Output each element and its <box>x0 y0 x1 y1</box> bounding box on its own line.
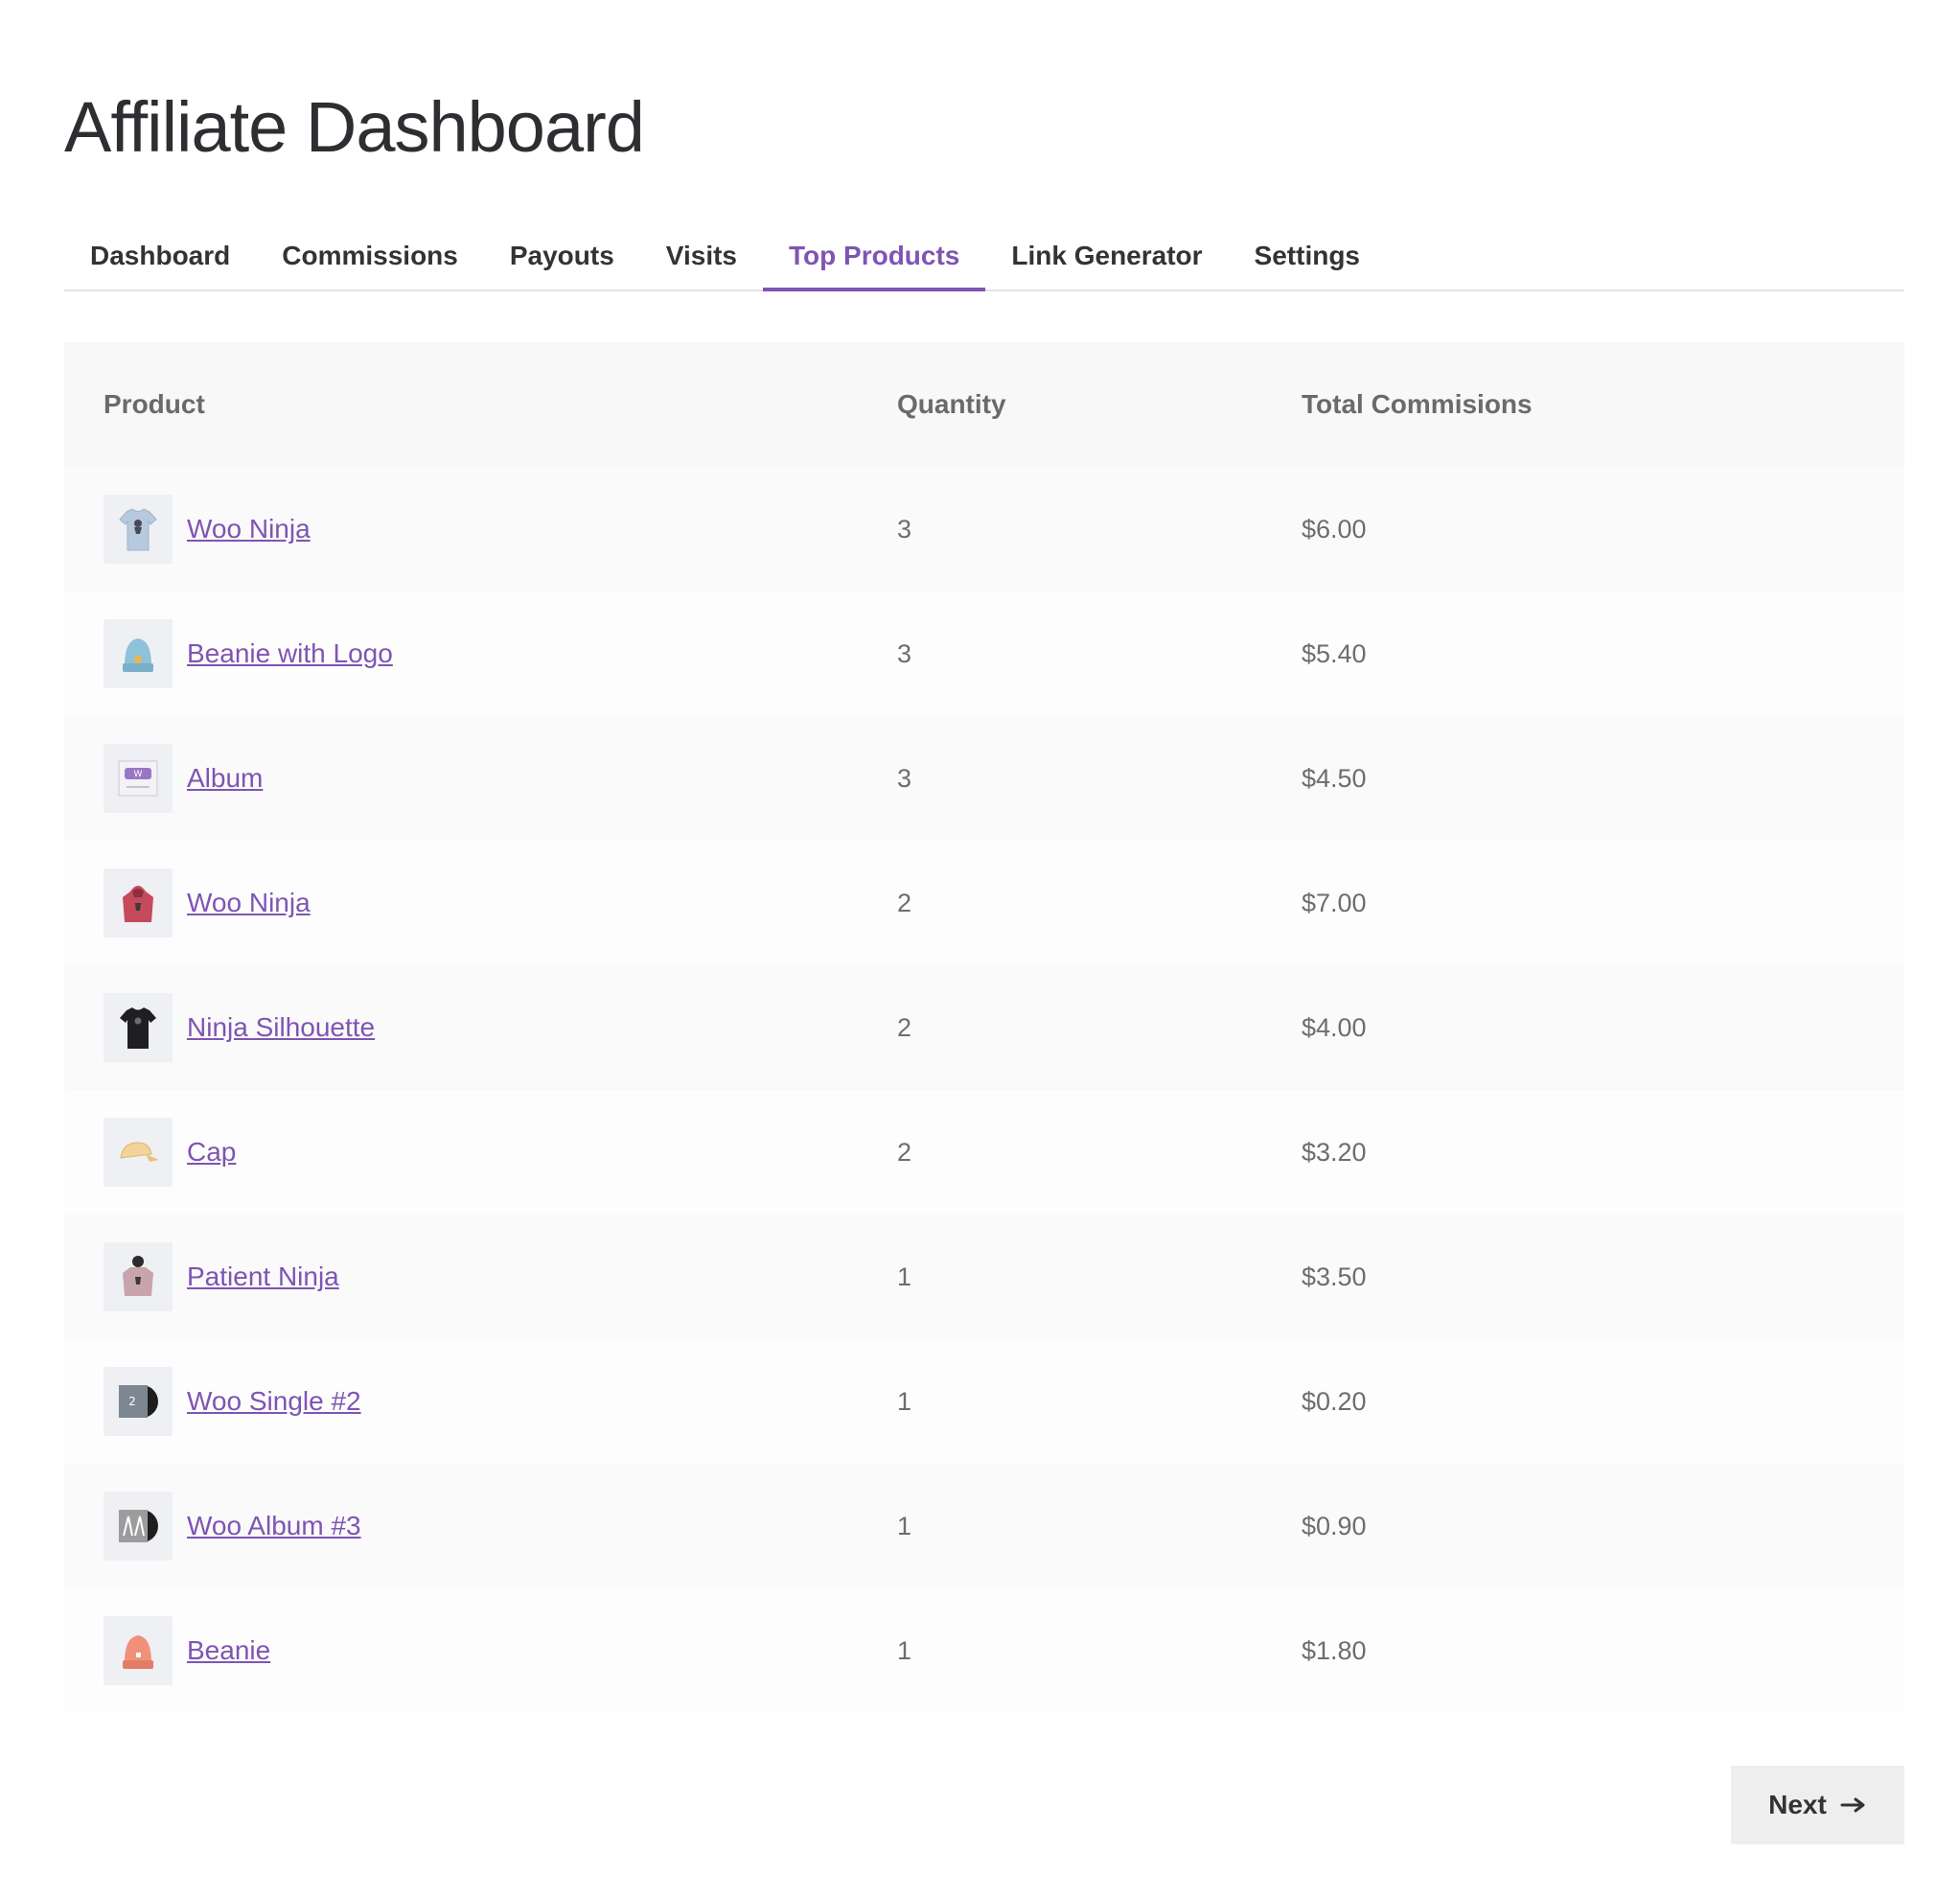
affiliate-dashboard-page: Affiliate Dashboard Dashboard Commission… <box>0 0 1960 1898</box>
product-cell: Beanie <box>104 1616 270 1685</box>
quantity-cell: 3 <box>897 514 912 544</box>
table-row: Beanie with Logo 3 $5.40 <box>64 591 1904 716</box>
product-cell: Woo Ninja <box>104 868 311 937</box>
table-row: Cap 2 $3.20 <box>64 1090 1904 1215</box>
album-woo-icon[interactable]: W <box>104 744 173 813</box>
table-row: 2 Woo Single #2 1 $0.20 <box>64 1339 1904 1464</box>
quantity-cell: 3 <box>897 638 912 668</box>
quantity-cell: 2 <box>897 1137 912 1167</box>
product-cell: Beanie with Logo <box>104 619 393 688</box>
arrow-right-icon <box>1840 1797 1865 1813</box>
svg-text:2: 2 <box>128 1395 136 1408</box>
product-cell: Woo Album #3 <box>104 1492 361 1561</box>
tab-visits[interactable]: Visits <box>640 222 763 289</box>
page-title: Affiliate Dashboard <box>64 87 645 167</box>
beanie-blue-icon[interactable] <box>104 619 173 688</box>
product-link[interactable]: Beanie with Logo <box>187 638 393 669</box>
table-row: Woo Ninja 3 $6.00 <box>64 467 1904 591</box>
product-link[interactable]: Woo Ninja <box>187 888 311 918</box>
total-commission-cell: $4.50 <box>1302 763 1367 793</box>
quantity-cell: 2 <box>897 1012 912 1042</box>
product-link[interactable]: Album <box>187 763 263 794</box>
total-commission-cell: $6.00 <box>1302 514 1367 544</box>
product-link[interactable]: Woo Ninja <box>187 514 311 544</box>
product-link[interactable]: Ninja Silhouette <box>187 1012 375 1043</box>
product-link[interactable]: Woo Album #3 <box>187 1511 361 1541</box>
total-commission-cell: $0.20 <box>1302 1386 1367 1416</box>
quantity-cell: 1 <box>897 1261 912 1291</box>
tab-payouts[interactable]: Payouts <box>484 222 640 289</box>
table-row: Woo Album #3 1 $0.90 <box>64 1464 1904 1588</box>
tab-top-products[interactable]: Top Products <box>763 222 986 291</box>
total-commission-cell: $5.40 <box>1302 638 1367 668</box>
product-link[interactable]: Woo Single #2 <box>187 1386 361 1417</box>
product-cell: Woo Ninja <box>104 495 311 564</box>
tab-settings[interactable]: Settings <box>1229 222 1386 289</box>
table-header: Product Quantity Total Commisions <box>64 342 1904 467</box>
quantity-cell: 1 <box>897 1511 912 1540</box>
svg-text:W: W <box>134 770 143 779</box>
total-commission-cell: $0.90 <box>1302 1511 1367 1540</box>
tab-link-generator[interactable]: Link Generator <box>985 222 1228 289</box>
product-link[interactable]: Cap <box>187 1137 236 1168</box>
quantity-cell: 1 <box>897 1635 912 1665</box>
product-cell: Patient Ninja <box>104 1242 339 1311</box>
table-row: Beanie 1 $1.80 <box>64 1588 1904 1713</box>
total-commission-cell: $4.00 <box>1302 1012 1367 1042</box>
quantity-cell: 1 <box>897 1386 912 1416</box>
total-commission-cell: $1.80 <box>1302 1635 1367 1665</box>
product-link[interactable]: Patient Ninja <box>187 1261 339 1292</box>
product-link[interactable]: Beanie <box>187 1635 270 1666</box>
table-row: Woo Ninja 2 $7.00 <box>64 841 1904 965</box>
vinyl-album-icon[interactable] <box>104 1492 173 1561</box>
quantity-cell: 3 <box>897 763 912 793</box>
hoodie-pink-icon[interactable] <box>104 1242 173 1311</box>
table-row: Patient Ninja 1 $3.50 <box>64 1215 1904 1339</box>
product-cell: Cap <box>104 1118 236 1187</box>
total-commission-cell: $3.20 <box>1302 1137 1367 1167</box>
product-cell: W Album <box>104 744 263 813</box>
total-commission-cell: $7.00 <box>1302 888 1367 917</box>
tab-commissions[interactable]: Commissions <box>256 222 484 289</box>
quantity-cell: 2 <box>897 888 912 917</box>
next-label: Next <box>1768 1790 1827 1819</box>
table-row: W Album 3 $4.50 <box>64 716 1904 841</box>
total-commission-cell: $3.50 <box>1302 1261 1367 1291</box>
next-page-button[interactable]: Next <box>1731 1766 1904 1844</box>
product-cell: Ninja Silhouette <box>104 993 375 1062</box>
table-row: Ninja Silhouette 2 $4.00 <box>64 965 1904 1090</box>
header-product: Product <box>104 389 205 419</box>
tshirt-black-icon[interactable] <box>104 993 173 1062</box>
header-quantity: Quantity <box>897 389 1006 419</box>
vinyl-single-icon[interactable]: 2 <box>104 1367 173 1436</box>
hoodie-red-icon[interactable] <box>104 868 173 937</box>
cap-yellow-icon[interactable] <box>104 1118 173 1187</box>
top-products-table: Product Quantity Total Commisions Woo Ni… <box>64 342 1904 1713</box>
tab-dashboard[interactable]: Dashboard <box>64 222 256 289</box>
dashboard-tabs: Dashboard Commissions Payouts Visits Top… <box>64 222 1904 291</box>
header-total-commissions: Total Commisions <box>1302 389 1533 419</box>
product-cell: 2 Woo Single #2 <box>104 1367 361 1436</box>
tshirt-light-blue-icon[interactable] <box>104 495 173 564</box>
beanie-orange-icon[interactable] <box>104 1616 173 1685</box>
